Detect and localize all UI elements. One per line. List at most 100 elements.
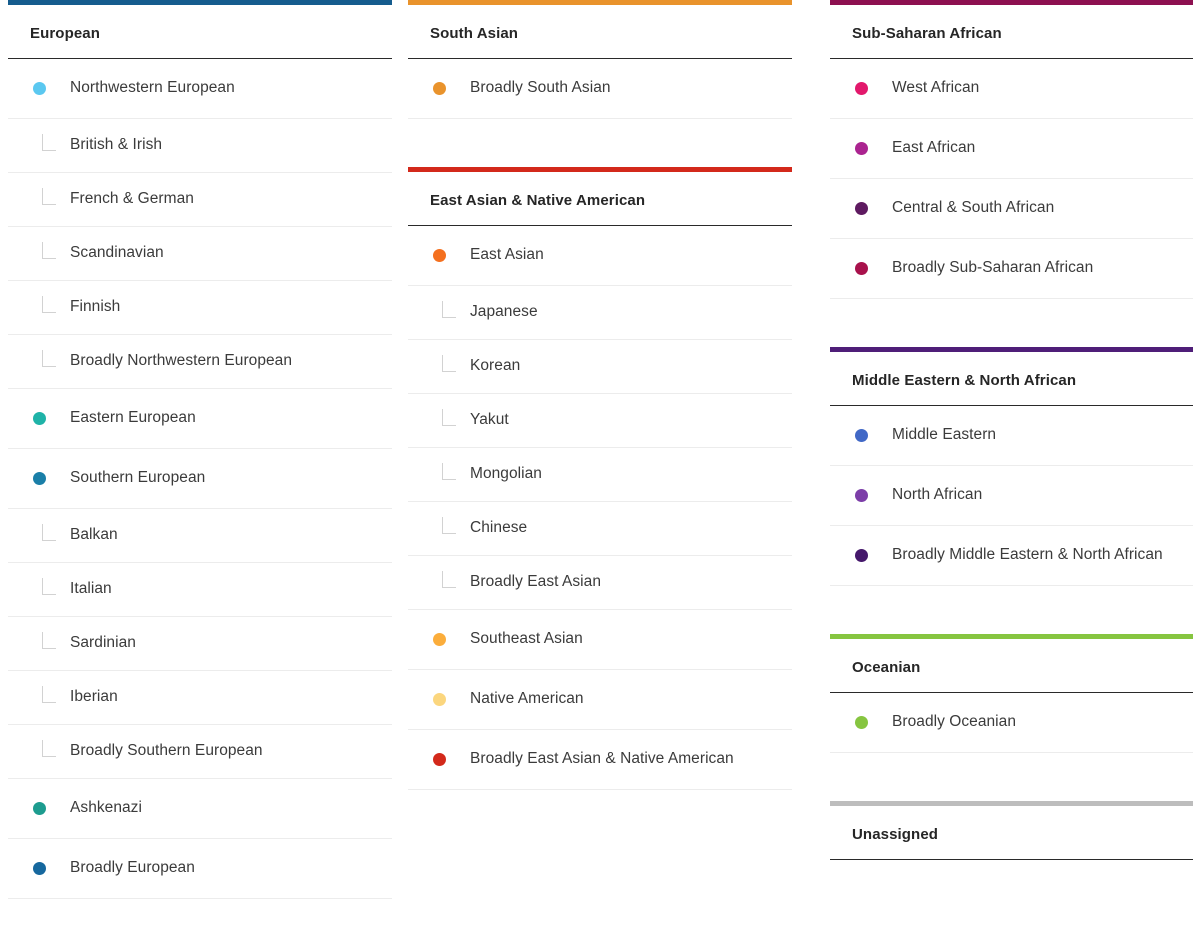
legend-subrow[interactable]: Finnish xyxy=(8,281,392,335)
group-oceanian: Oceanian Broadly Oceanian xyxy=(830,634,1193,753)
legend-column-3-inner: Sub-Saharan African West African East Afri… xyxy=(830,0,1193,860)
legend-row[interactable]: Eastern European xyxy=(8,389,392,449)
legend-row[interactable]: Broadly Middle Eastern & North African xyxy=(830,526,1193,586)
swatch-cell xyxy=(8,82,70,95)
legend-row-label: Italian xyxy=(70,580,112,598)
legend-row[interactable]: Native American xyxy=(408,670,792,730)
legend-row-label: Mongolian xyxy=(470,465,542,483)
color-dot-icon xyxy=(855,489,868,502)
elbow-connector-icon xyxy=(42,740,56,757)
legend-subrow[interactable]: Balkan xyxy=(8,509,392,563)
legend-row[interactable]: North African xyxy=(830,466,1193,526)
swatch-cell xyxy=(830,82,892,95)
group-rows-middle-eastern-north-african: Middle Eastern North African Broadly Middl… xyxy=(830,406,1193,586)
color-dot-icon xyxy=(433,633,446,646)
legend-subrow[interactable]: Broadly East Asian xyxy=(408,556,792,610)
legend-subrow[interactable]: British & Irish xyxy=(8,119,392,173)
swatch-cell xyxy=(408,633,470,646)
swatch-cell xyxy=(8,412,70,425)
legend-row-label: French & German xyxy=(70,190,194,208)
tree-branch-icon xyxy=(8,188,70,205)
elbow-connector-icon xyxy=(42,296,56,313)
legend-subrow[interactable]: Chinese xyxy=(408,502,792,556)
color-dot-icon xyxy=(855,549,868,562)
group-unassigned: Unassigned xyxy=(830,801,1193,860)
legend-column-1-inner: European Northwestern European British & I… xyxy=(8,0,392,899)
tree-branch-icon xyxy=(408,517,470,534)
legend-row[interactable]: Northwestern European xyxy=(8,59,392,119)
legend-row[interactable]: Ashkenazi xyxy=(8,779,392,839)
legend-row-label: Southeast Asian xyxy=(470,630,583,648)
swatch-cell xyxy=(408,753,470,766)
legend-row-label: West African xyxy=(892,79,980,97)
group-east-asian-native-american: East Asian & Native American East Asian Ja… xyxy=(408,167,792,790)
swatch-cell xyxy=(408,249,470,262)
legend-row-label: Ashkenazi xyxy=(70,799,142,817)
legend-row[interactable]: Central & South African xyxy=(830,179,1193,239)
legend-row[interactable]: Broadly East Asian & Native American xyxy=(408,730,792,790)
legend-subrow[interactable]: Scandinavian xyxy=(8,227,392,281)
group-south-asian: South Asian Broadly South Asian xyxy=(408,0,792,119)
legend-column-3: Sub-Saharan African West African East Afri… xyxy=(800,0,1201,860)
legend-subrow[interactable]: Broadly Southern European xyxy=(8,725,392,779)
legend-row-label: North African xyxy=(892,486,983,504)
legend-row-label: Iberian xyxy=(70,688,118,706)
legend-row-label: Broadly South Asian xyxy=(470,79,611,97)
legend-row[interactable]: Broadly Oceanian xyxy=(830,693,1193,753)
group-title-east-asian-native-american: East Asian & Native American xyxy=(408,172,792,226)
tree-branch-icon xyxy=(408,301,470,318)
tree-branch-icon xyxy=(8,296,70,313)
legend-row[interactable]: Middle Eastern xyxy=(830,406,1193,466)
swatch-cell xyxy=(8,472,70,485)
tree-branch-icon xyxy=(408,571,470,588)
elbow-connector-icon xyxy=(442,409,456,426)
color-dot-icon xyxy=(33,82,46,95)
group-title-european: European xyxy=(8,5,392,59)
legend-subrow[interactable]: Mongolian xyxy=(408,448,792,502)
legend-row[interactable]: Broadly European xyxy=(8,839,392,899)
legend-subrow[interactable]: Italian xyxy=(8,563,392,617)
legend-subrow[interactable]: Broadly Northwestern European xyxy=(8,335,392,389)
legend-row-label: East Asian xyxy=(470,246,544,264)
tree-branch-icon xyxy=(8,350,70,367)
legend-subrow[interactable]: Iberian xyxy=(8,671,392,725)
legend-row[interactable]: Broadly Sub-Saharan African xyxy=(830,239,1193,299)
legend-row-label: Balkan xyxy=(70,526,118,544)
legend-row-label: Southern European xyxy=(70,469,206,487)
color-dot-icon xyxy=(33,862,46,875)
elbow-connector-icon xyxy=(42,524,56,541)
legend-row[interactable]: Broadly South Asian xyxy=(408,59,792,119)
swatch-cell xyxy=(830,429,892,442)
legend-subrow[interactable]: Yakut xyxy=(408,394,792,448)
legend-row-label: Broadly Northwestern European xyxy=(70,352,293,370)
legend-row-label: Broadly East Asian xyxy=(470,573,601,591)
legend-subrow[interactable]: French & German xyxy=(8,173,392,227)
legend-subrow[interactable]: Sardinian xyxy=(8,617,392,671)
legend-column-2: South Asian Broadly South Asian East Asian… xyxy=(400,0,800,790)
legend-subrow[interactable]: Korean xyxy=(408,340,792,394)
legend-row[interactable]: West African xyxy=(830,59,1193,119)
color-dot-icon xyxy=(433,693,446,706)
ancestry-composition-legend: European Northwestern European British & I… xyxy=(0,0,1201,943)
legend-row-label: Scandinavian xyxy=(70,244,164,262)
legend-row[interactable]: East Asian xyxy=(408,226,792,286)
group-sub-saharan-african: Sub-Saharan African West African East Afri… xyxy=(830,0,1193,299)
color-dot-icon xyxy=(855,716,868,729)
legend-row-label: Native American xyxy=(470,690,584,708)
group-rows-oceanian: Broadly Oceanian xyxy=(830,693,1193,753)
swatch-cell xyxy=(830,262,892,275)
legend-row[interactable]: East African xyxy=(830,119,1193,179)
legend-subrow[interactable]: Japanese xyxy=(408,286,792,340)
color-dot-icon xyxy=(433,82,446,95)
elbow-connector-icon xyxy=(42,686,56,703)
elbow-connector-icon xyxy=(442,571,456,588)
legend-row[interactable]: Southeast Asian xyxy=(408,610,792,670)
legend-row-label: British & Irish xyxy=(70,136,163,154)
swatch-cell xyxy=(830,549,892,562)
legend-row-label: Northwestern European xyxy=(70,79,235,97)
color-dot-icon xyxy=(433,753,446,766)
swatch-cell xyxy=(830,142,892,155)
color-dot-icon xyxy=(855,142,868,155)
color-dot-icon xyxy=(433,249,446,262)
legend-row[interactable]: Southern European xyxy=(8,449,392,509)
